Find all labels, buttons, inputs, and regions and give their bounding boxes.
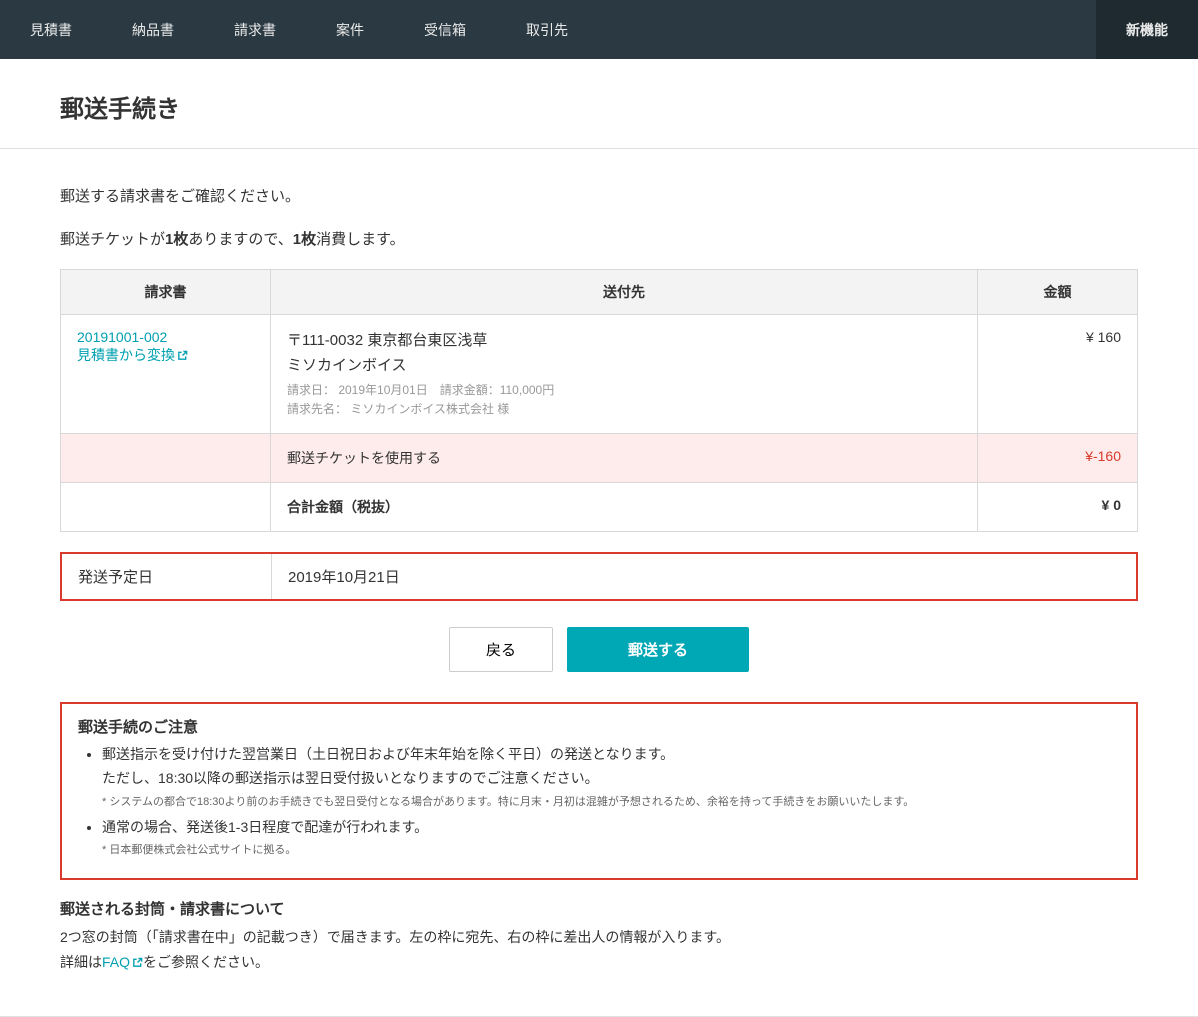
cell-amount: ¥ 160 <box>978 315 1138 434</box>
notice-item-2a: 通常の場合、発送後1-3日程度で配達が行われます。 <box>102 819 428 835</box>
total-amount: ¥ 0 <box>978 483 1138 532</box>
notice-item-2: 通常の場合、発送後1-3日程度で配達が行われます。 * 日本郵便株式会社公式サイ… <box>102 816 1120 860</box>
actions: 戻る 郵送する <box>60 627 1138 672</box>
convert-from-quote-link[interactable]: 見積書から変換 <box>77 345 254 365</box>
nav-item-invoice[interactable]: 請求書 <box>204 0 306 59</box>
ticket-row-label: 郵送チケットを使用する <box>271 434 978 483</box>
confirm-text: 郵送する請求書をご確認ください。 <box>60 185 1138 206</box>
notice-note-2: * 日本郵便株式会社公式サイトに拠る。 <box>102 841 1120 860</box>
th-invoice: 請求書 <box>61 270 271 315</box>
notice-item-1a: 郵送指示を受け付けた翌営業日（土日祝日および年末年始を除く平日）の発送となります… <box>102 746 674 762</box>
summary-table: 請求書 送付先 金額 20191001-002 見積書から変換 〒111-003… <box>60 269 1138 532</box>
envelope-title: 郵送される封筒・請求書について <box>60 898 1138 919</box>
page-content: 郵送する請求書をご確認ください。 郵送チケットが1枚ありますので、1枚消費します… <box>0 149 1198 1016</box>
ticket-count: 1枚 <box>165 231 188 248</box>
ticket-line: 郵送チケットが1枚ありますので、1枚消費します。 <box>60 228 1138 249</box>
th-destination: 送付先 <box>271 270 978 315</box>
nav-item-quote[interactable]: 見積書 <box>0 0 102 59</box>
nav-item-project[interactable]: 案件 <box>306 0 394 59</box>
destination-meta2: 請求先名： ミソカインボイス株式会社 様 <box>287 400 961 419</box>
notice-item-1b: ただし、18:30以降の郵送指示は翌日受付扱いとなりますのでご注意ください。 <box>102 770 599 786</box>
ship-date-label: 発送予定日 <box>62 554 272 599</box>
back-button[interactable]: 戻る <box>449 627 553 672</box>
page-header: 郵送手続き <box>0 59 1198 149</box>
top-nav: 見積書 納品書 請求書 案件 受信箱 取引先 新機能 <box>0 0 1198 59</box>
external-link-icon <box>132 951 143 962</box>
nav-item-inbox[interactable]: 受信箱 <box>394 0 496 59</box>
notice-title: 郵送手続のご注意 <box>78 716 1120 737</box>
ship-date-value: 2019年10月21日 <box>272 554 1136 599</box>
nav-item-delivery[interactable]: 納品書 <box>102 0 204 59</box>
envelope-text-2: 詳細はFAQ をご参照ください。 <box>60 950 1138 975</box>
faq-label: FAQ <box>102 954 130 970</box>
destination-meta1: 請求日： 2019年10月01日 請求金額：110,000円 <box>287 381 961 400</box>
envelope-section: 郵送される封筒・請求書について 2つ窓の封筒（「請求書在中」の記載つき）で届きま… <box>60 898 1138 975</box>
th-amount: 金額 <box>978 270 1138 315</box>
nav-item-new-feature[interactable]: 新機能 <box>1096 0 1198 59</box>
ticket-suffix: 消費します。 <box>316 231 405 248</box>
invoice-number-link[interactable]: 20191001-002 <box>77 329 254 345</box>
ticket-consume: 1枚 <box>293 231 316 248</box>
ticket-prefix: 郵送チケットが <box>60 231 165 248</box>
submit-button[interactable]: 郵送する <box>567 627 749 672</box>
total-row-empty <box>61 483 271 532</box>
convert-label: 見積書から変換 <box>77 347 175 363</box>
ticket-row-empty <box>61 434 271 483</box>
destination-recipient: ミソカインボイス <box>287 354 961 375</box>
envelope-text-1: 2つ窓の封筒（「請求書在中」の記載つき）で届きます。左の枠に宛先、右の枠に差出人… <box>60 925 1138 950</box>
faq-link[interactable]: FAQ <box>102 954 143 970</box>
ship-date-row: 発送予定日 2019年10月21日 <box>60 552 1138 601</box>
ticket-row: 郵送チケットを使用する ¥-160 <box>61 434 1138 483</box>
total-label: 合計金額（税抜） <box>271 483 978 532</box>
destination-address: 〒111-0032 東京都台東区浅草 <box>287 329 961 350</box>
notice-box: 郵送手続のご注意 郵送指示を受け付けた翌営業日（土日祝日および年末年始を除く平日… <box>60 702 1138 880</box>
cell-invoice: 20191001-002 見積書から変換 <box>61 315 271 434</box>
notice-item-1: 郵送指示を受け付けた翌営業日（土日祝日および年末年始を除く平日）の発送となります… <box>102 743 1120 811</box>
ticket-mid: ありますので、 <box>188 231 292 248</box>
nav-item-client[interactable]: 取引先 <box>496 0 598 59</box>
ticket-row-amount: ¥-160 <box>978 434 1138 483</box>
total-row: 合計金額（税抜） ¥ 0 <box>61 483 1138 532</box>
envelope-text-2-prefix: 詳細は <box>60 954 102 970</box>
page: 郵送手続き 郵送する請求書をご確認ください。 郵送チケットが1枚ありますので、1… <box>0 59 1198 1017</box>
envelope-text-2-suffix: をご参照ください。 <box>143 954 269 970</box>
page-title: 郵送手続き <box>60 89 1138 124</box>
external-link-icon <box>177 348 188 359</box>
table-row: 20191001-002 見積書から変換 〒111-0032 東京都台東区浅草 … <box>61 315 1138 434</box>
cell-destination: 〒111-0032 東京都台東区浅草 ミソカインボイス 請求日： 2019年10… <box>271 315 978 434</box>
notice-note-1: * システムの都合で18:30より前のお手続きでも翌日受付となる場合があります。… <box>102 793 1120 812</box>
